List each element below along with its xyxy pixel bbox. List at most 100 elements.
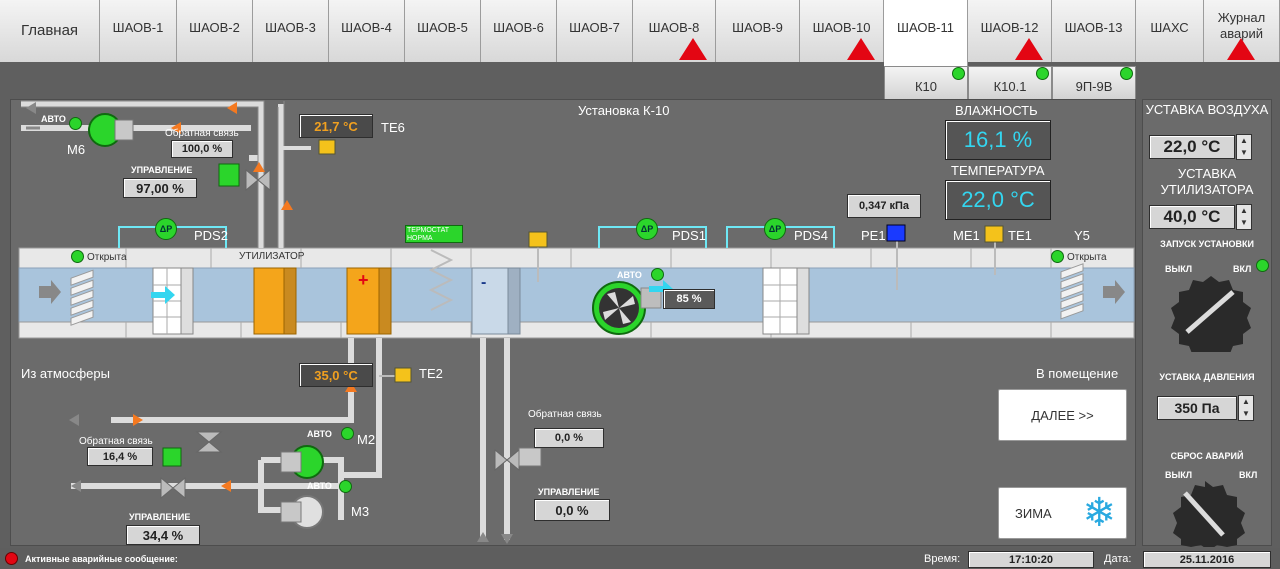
alarm-triangle-icon bbox=[1015, 38, 1043, 60]
tab-alarm-log[interactable]: Журнал аварий bbox=[1204, 0, 1280, 62]
m2-auto-led bbox=[341, 427, 354, 440]
spin-down-icon[interactable]: ▼ bbox=[1237, 147, 1251, 159]
tab-shaov-8[interactable]: ШАОВ-8 bbox=[633, 0, 716, 62]
pds1-dp-icon: ΔP bbox=[636, 218, 658, 240]
tab-shaov-9[interactable]: ШАОВ-9 bbox=[716, 0, 800, 62]
te6-value: 21,7 °C bbox=[299, 114, 373, 138]
pds2-dp-icon: ΔP bbox=[155, 218, 177, 240]
setpoint-panel: УСТАВКА ВОЗДУХА 22,0 °C ▲ ▼ УСТАВКА УТИЛИ… bbox=[1142, 99, 1272, 547]
status-led bbox=[952, 67, 965, 80]
tab-shaov-5[interactable]: ШАОВ-5 bbox=[405, 0, 481, 62]
heat-control-label: УПРАВЛЕНИЕ bbox=[129, 512, 191, 522]
svg-text:+: + bbox=[358, 270, 369, 290]
scheme-title: Установка К-10 bbox=[578, 103, 670, 118]
y5-label: Y5 bbox=[1074, 228, 1090, 243]
spin-up-icon[interactable]: ▲ bbox=[1237, 205, 1251, 217]
time-label: Время: bbox=[924, 553, 961, 565]
damper-inlet-label: Открыта bbox=[87, 252, 127, 263]
m6-label: M6 bbox=[67, 142, 86, 157]
m3-auto-label: АВТО bbox=[307, 481, 332, 491]
scada-window: Главная ШАОВ-1 ШАОВ-2 ШАОВ-3 ШАОВ-4 ШАОВ… bbox=[0, 0, 1280, 569]
tab-shaov-2[interactable]: ШАОВ-2 bbox=[177, 0, 253, 62]
tab-shaov-12[interactable]: ШАОВ-12 bbox=[968, 0, 1052, 62]
dp-label: ΔP bbox=[768, 224, 782, 234]
tab-shaov-4[interactable]: ШАОВ-4 bbox=[329, 0, 405, 62]
tab-main[interactable]: Главная bbox=[0, 0, 100, 62]
tab-label: ШАОВ-10 bbox=[812, 20, 871, 35]
te1-label: TE1 bbox=[1008, 228, 1032, 243]
tab-shaov-3[interactable]: ШАОВ-3 bbox=[253, 0, 329, 62]
cool-control-label: УПРАВЛЕНИЕ bbox=[538, 487, 600, 497]
alarm-triangle-icon bbox=[847, 38, 875, 60]
pds4-label: PDS4 bbox=[794, 228, 828, 243]
status-bar: Активные аварийные сообщение: Время: 17:… bbox=[0, 548, 1280, 569]
subtab-9p-9v[interactable]: 9П-9В bbox=[1052, 66, 1136, 100]
tab-label: ШАОВ-6 bbox=[493, 20, 544, 35]
pds1-label: PDS1 bbox=[672, 228, 706, 243]
subtab-k10[interactable]: К10 bbox=[884, 66, 968, 100]
fan-auto-led bbox=[651, 268, 664, 281]
winter-mode-button[interactable]: ЗИМА ❄ bbox=[998, 487, 1127, 539]
tab-label: ШАОВ-7 bbox=[569, 20, 620, 35]
util-setpoint-value[interactable]: 40,0 °C bbox=[1149, 205, 1235, 229]
alarm-triangle-icon bbox=[679, 38, 707, 60]
alarm-triangle-icon bbox=[1227, 38, 1255, 60]
start-knob[interactable] bbox=[1171, 272, 1251, 352]
spin-down-icon[interactable]: ▼ bbox=[1239, 408, 1253, 420]
valve-heat-icon bbox=[160, 476, 186, 500]
pe1-sensor-icon bbox=[886, 224, 906, 242]
spin-down-icon[interactable]: ▼ bbox=[1237, 217, 1251, 229]
svg-text:-: - bbox=[481, 274, 486, 291]
pds4-dp-icon: ΔP bbox=[764, 218, 786, 240]
spin-up-icon[interactable]: ▲ bbox=[1237, 135, 1251, 147]
date-label: Дата: bbox=[1104, 553, 1132, 565]
subtab-label: 9П-9В bbox=[1075, 78, 1113, 94]
tab-label: ШАОВ-5 bbox=[417, 20, 468, 35]
subtab-k10-1[interactable]: К10.1 bbox=[968, 66, 1052, 100]
pressure-setpoint-label: УСТАВКА ДАВЛЕНИЯ bbox=[1159, 372, 1255, 382]
time-value: 17:10:20 bbox=[968, 551, 1094, 568]
tab-shahs[interactable]: ШАХС bbox=[1136, 0, 1204, 62]
util-control-value: 97,00 % bbox=[123, 178, 197, 198]
pressure-setpoint-spinner[interactable]: ▲ ▼ bbox=[1238, 395, 1254, 421]
te2-value: 35,0 °C bbox=[299, 363, 373, 387]
temperature-value: 22,0 °C bbox=[945, 180, 1051, 220]
duct-top-wall bbox=[18, 247, 1135, 269]
top-tabs: Главная ШАОВ-1 ШАОВ-2 ШАОВ-3 ШАОВ-4 ШАОВ… bbox=[0, 0, 1280, 66]
heat-feedback-label: Обратная связь bbox=[79, 436, 153, 447]
scheme-panel: + - ΔP ΔP ΔP Установка К-10 ВЛАЖНОСТЬ 16… bbox=[10, 99, 1136, 546]
damper-outlet-led bbox=[1051, 250, 1064, 263]
util-setpoint-spinner[interactable]: ▲ ▼ bbox=[1236, 204, 1252, 230]
next-button[interactable]: ДАЛЕЕ >> bbox=[998, 389, 1127, 441]
tab-shaov-7[interactable]: ШАОВ-7 bbox=[557, 0, 633, 62]
air-setpoint-value[interactable]: 22,0 °C bbox=[1149, 135, 1235, 159]
m6-auto-led bbox=[69, 117, 82, 130]
tab-shaov-13[interactable]: ШАОВ-13 bbox=[1052, 0, 1136, 62]
tab-shaov-11[interactable]: ШАОВ-11 bbox=[884, 0, 968, 66]
util-setpoint-label: УСТАВКА УТИЛИЗАТОРА bbox=[1160, 166, 1254, 197]
tab-shaov-10[interactable]: ШАОВ-10 bbox=[800, 0, 884, 62]
tab-shaov-1[interactable]: ШАОВ-1 bbox=[100, 0, 177, 62]
damper-outlet-label: Открыта bbox=[1067, 252, 1107, 263]
pressure-setpoint-value[interactable]: 350 Па bbox=[1157, 396, 1237, 420]
tab-label: ШАХС bbox=[1150, 20, 1189, 35]
heat-feedback-value: 16,4 % bbox=[87, 447, 153, 466]
air-setpoint-spinner[interactable]: ▲ ▼ bbox=[1236, 134, 1252, 160]
te-sensor-icon bbox=[528, 231, 548, 248]
temperature-label: ТЕМПЕРАТУРА bbox=[951, 163, 1045, 178]
spin-up-icon[interactable]: ▲ bbox=[1239, 396, 1253, 408]
te2-label: TE2 bbox=[419, 366, 443, 381]
air-setpoint-label: УСТАВКА ВОЗДУХА bbox=[1145, 102, 1269, 117]
pe1-label: PE1 bbox=[861, 228, 886, 243]
m3-label: M3 bbox=[351, 504, 370, 519]
util-label: УТИЛИЗАТОР bbox=[239, 251, 305, 262]
tab-label: ШАОВ-8 bbox=[648, 20, 700, 35]
start-on-led bbox=[1256, 259, 1269, 272]
dp-label: ΔP bbox=[159, 224, 173, 234]
tab-label: ШАОВ-2 bbox=[189, 20, 240, 35]
tab-label: ШАОВ-4 bbox=[341, 20, 392, 35]
cooler-unit bbox=[471, 267, 509, 335]
tab-shaov-6[interactable]: ШАОВ-6 bbox=[481, 0, 557, 62]
me1-label: ME1 bbox=[953, 228, 980, 243]
alarm-reset-knob[interactable] bbox=[1165, 477, 1245, 547]
